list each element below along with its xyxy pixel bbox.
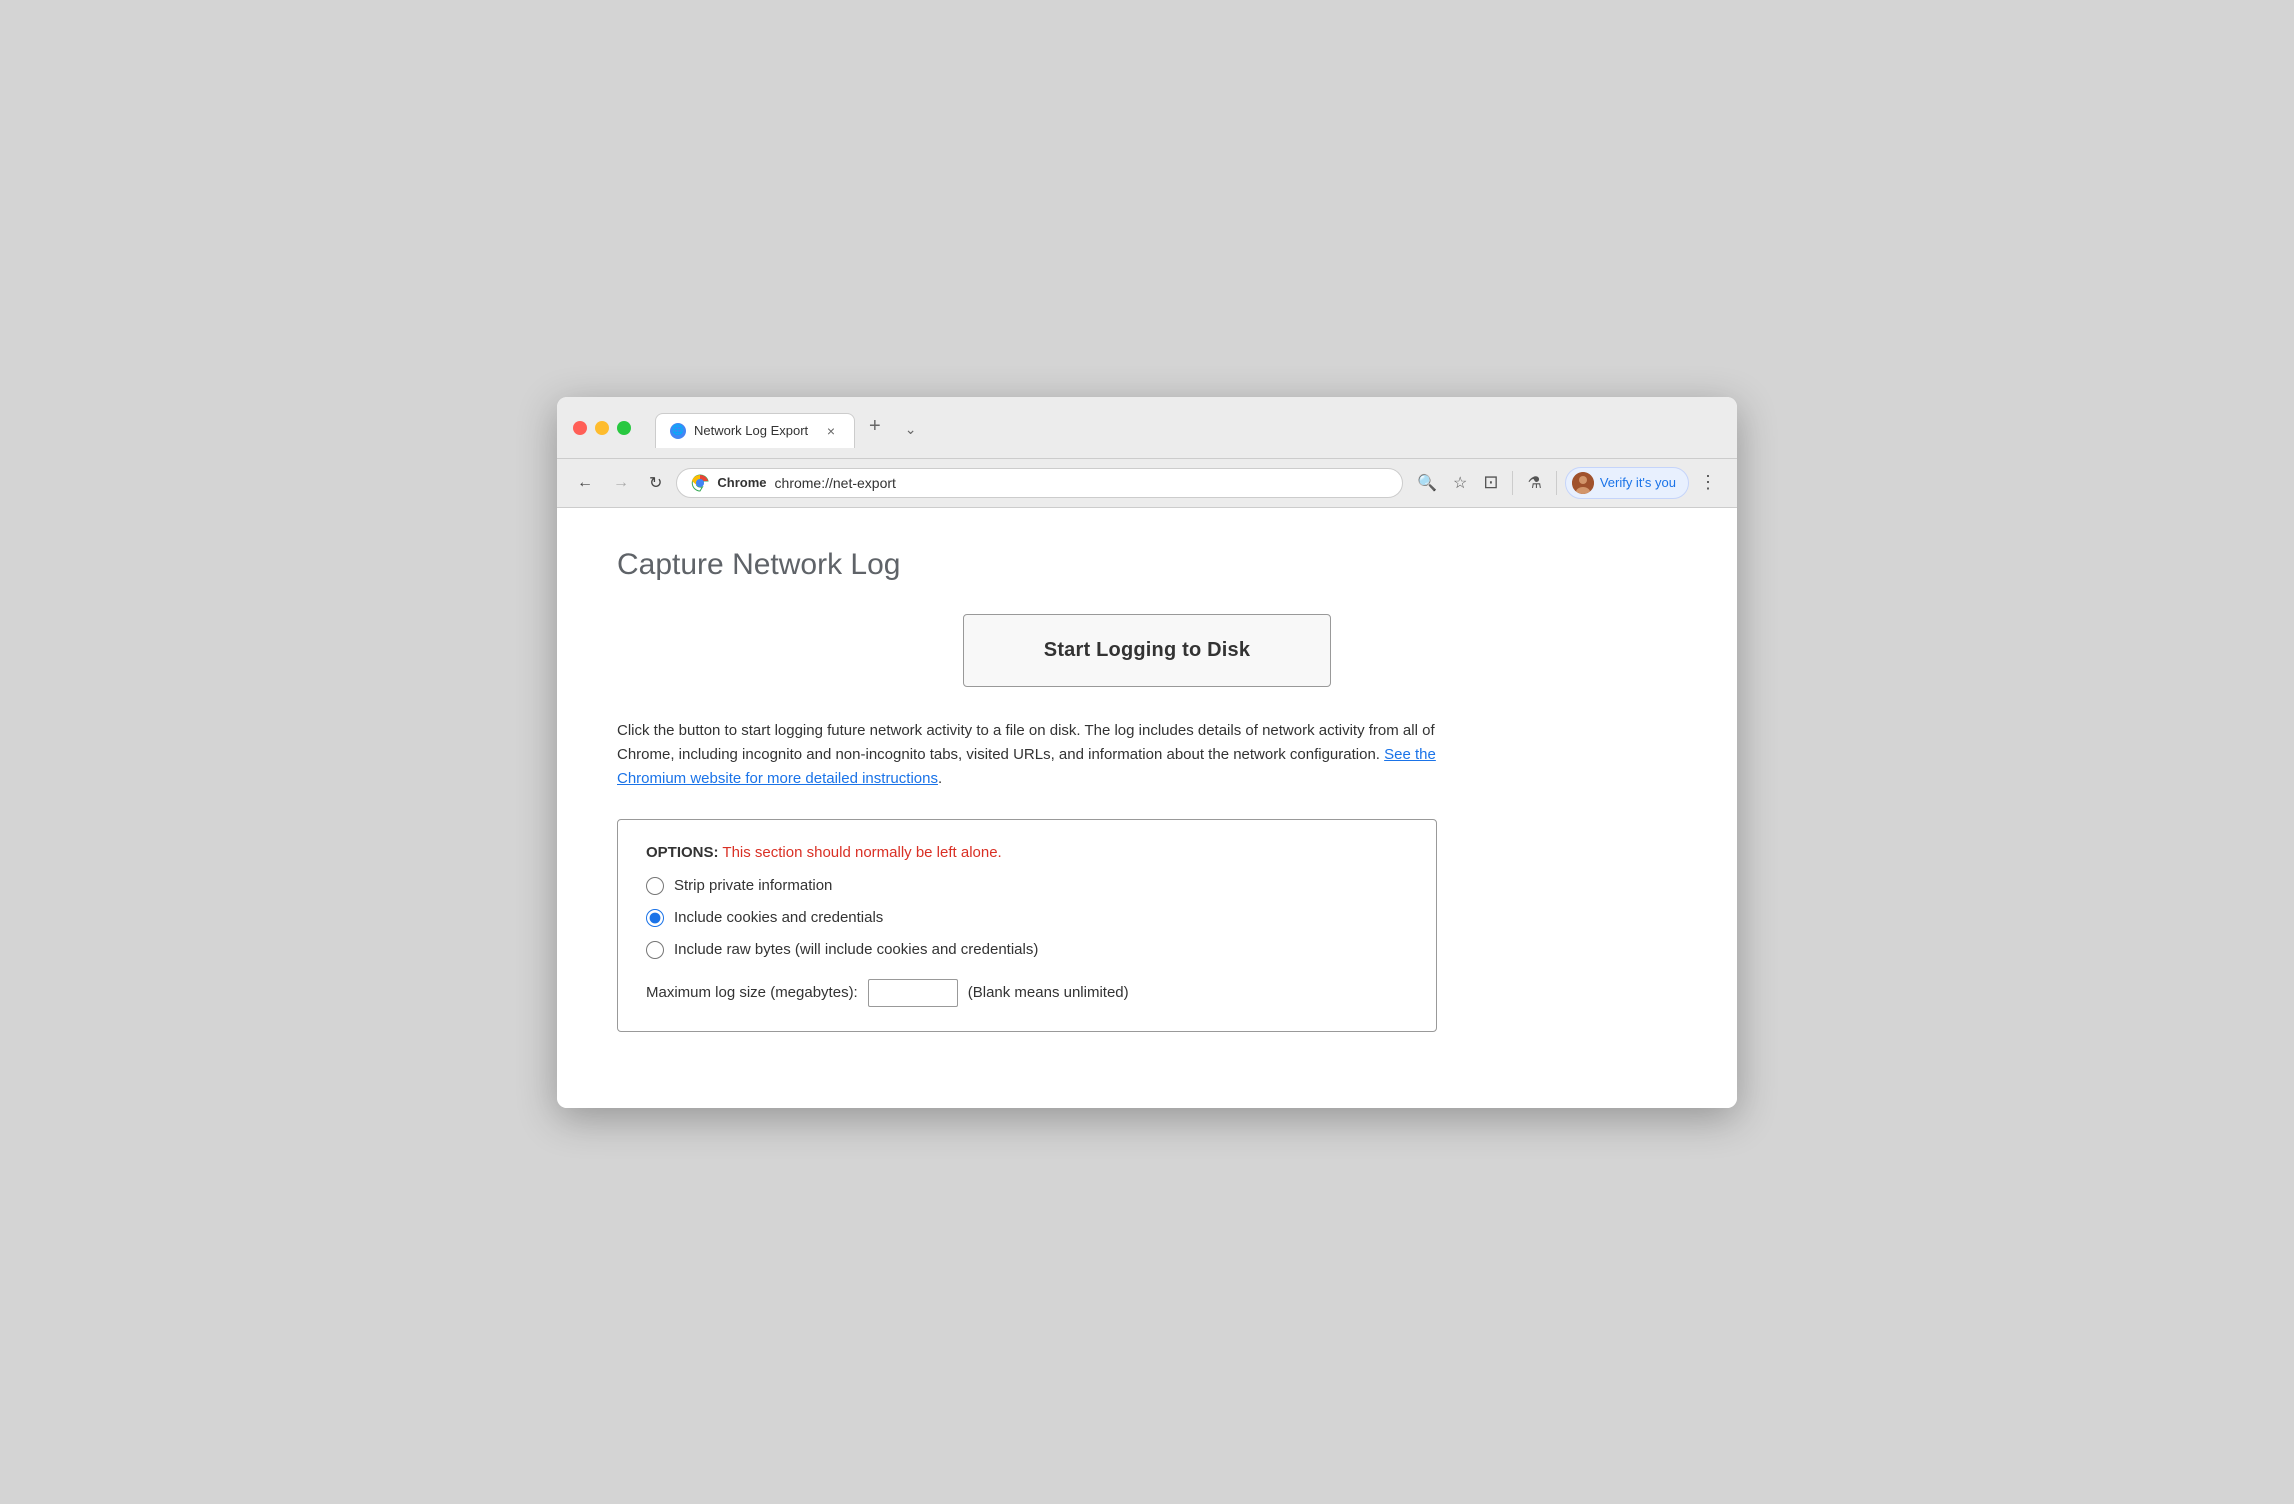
options-header-warning: This section should normally be left alo…: [719, 844, 1002, 861]
max-log-label: Maximum log size (megabytes):: [646, 984, 858, 1001]
radio-raw-item[interactable]: Include raw bytes (will include cookies …: [646, 941, 1408, 959]
tab-title: Network Log Export: [694, 423, 814, 438]
start-logging-button[interactable]: Start Logging to Disk: [963, 614, 1331, 687]
radio-cookies-item[interactable]: Include cookies and credentials: [646, 909, 1408, 927]
radio-cookies-label: Include cookies and credentials: [674, 909, 883, 926]
description-text: Click the button to start logging future…: [617, 719, 1437, 791]
profile-avatar: [1572, 472, 1594, 494]
maximize-button[interactable]: [617, 421, 631, 435]
verify-profile-button[interactable]: Verify it's you: [1565, 467, 1689, 499]
page-title: Capture Network Log: [617, 548, 1677, 582]
menu-button[interactable]: ⋮: [1693, 467, 1723, 498]
radio-strip[interactable]: [646, 877, 664, 895]
nav-divider: [1512, 471, 1513, 495]
radio-strip-label: Strip private information: [674, 877, 832, 894]
avatar-icon: [1572, 472, 1594, 494]
radio-raw-label: Include raw bytes (will include cookies …: [674, 941, 1038, 958]
lab-icon-button[interactable]: ⚗: [1521, 468, 1547, 498]
bookmark-icon-button[interactable]: ☆: [1447, 468, 1473, 498]
radio-group: Strip private information Include cookie…: [646, 877, 1408, 959]
max-log-input[interactable]: [868, 979, 958, 1007]
options-header-bold: OPTIONS:: [646, 844, 719, 861]
options-header: OPTIONS: This section should normally be…: [646, 844, 1408, 861]
active-tab[interactable]: 🌐 Network Log Export ×: [655, 413, 855, 448]
browser-window: 🌐 Network Log Export × + ⌄ ← → ↻ Chrome …: [557, 397, 1737, 1108]
forward-button[interactable]: →: [607, 470, 635, 496]
window-controls: 🌐 Network Log Export × + ⌄: [573, 409, 1721, 448]
reload-button[interactable]: ↻: [643, 469, 668, 497]
navigation-bar: ← → ↻ Chrome chrome://net-export 🔍 ☆ ⊡ ⚗: [557, 459, 1737, 508]
minimize-button[interactable]: [595, 421, 609, 435]
close-button[interactable]: [573, 421, 587, 435]
address-bar[interactable]: Chrome chrome://net-export: [676, 468, 1403, 498]
search-icon-button[interactable]: 🔍: [1411, 468, 1443, 498]
page-content: Capture Network Log Start Logging to Dis…: [557, 508, 1737, 1108]
radio-strip-item[interactable]: Strip private information: [646, 877, 1408, 895]
nav-divider-2: [1556, 471, 1557, 495]
url-display: chrome://net-export: [775, 475, 1389, 491]
options-box: OPTIONS: This section should normally be…: [617, 819, 1437, 1032]
radio-raw[interactable]: [646, 941, 664, 959]
verify-label: Verify it's you: [1600, 475, 1676, 490]
title-bar: 🌐 Network Log Export × + ⌄: [557, 397, 1737, 459]
new-tab-button[interactable]: +: [859, 409, 891, 444]
description-post: .: [938, 770, 942, 787]
tab-dropdown-button[interactable]: ⌄: [895, 415, 927, 444]
tab-favicon-icon: 🌐: [670, 423, 686, 439]
tab-close-button[interactable]: ×: [822, 422, 840, 440]
chrome-brand-label: Chrome: [717, 475, 766, 490]
radio-cookies[interactable]: [646, 909, 664, 927]
description-pre: Click the button to start logging future…: [617, 722, 1435, 763]
max-log-row: Maximum log size (megabytes): (Blank mea…: [646, 979, 1408, 1007]
max-log-suffix: (Blank means unlimited): [968, 984, 1129, 1001]
back-button[interactable]: ←: [571, 470, 599, 496]
chrome-logo-icon: [691, 474, 709, 492]
extension-icon-button[interactable]: ⊡: [1477, 467, 1504, 498]
nav-icons: 🔍 ☆ ⊡ ⚗ Verify it's you ⋮: [1411, 467, 1723, 499]
